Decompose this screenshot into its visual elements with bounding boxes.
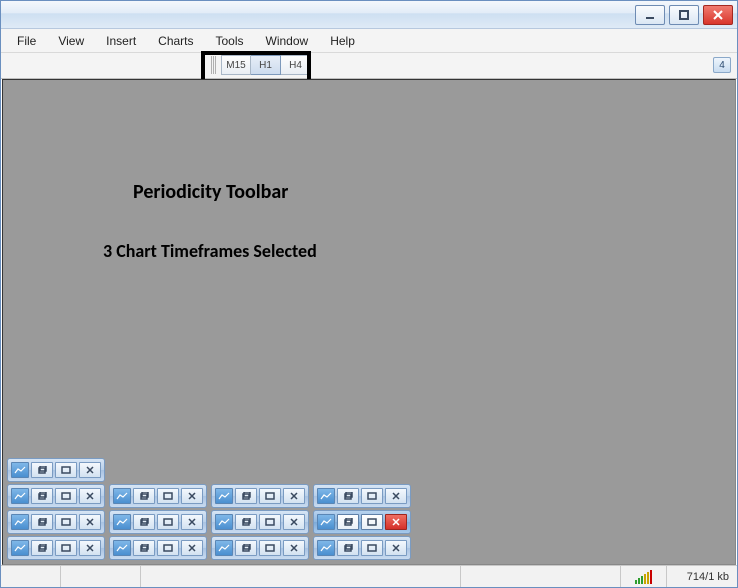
minimized-chart-window[interactable] [7,484,105,508]
mini-maximize-button[interactable] [259,514,281,530]
minimized-chart-window[interactable] [211,484,309,508]
minimized-chart-window[interactable] [211,536,309,560]
minimized-chart-window[interactable] [109,536,207,560]
chart-icon [113,540,131,556]
chart-icon [11,462,29,478]
mini-maximize-button[interactable] [157,488,179,504]
annotation-selected-label: 3 Chart Timeframes Selected [103,240,317,262]
minimized-chart-window[interactable] [7,536,105,560]
minimized-chart-window[interactable] [7,458,105,482]
mini-restore-button[interactable] [31,540,53,556]
minimized-row [7,536,411,560]
window-close-button[interactable] [703,5,733,25]
mini-restore-button[interactable] [235,514,257,530]
mini-restore-button[interactable] [133,540,155,556]
mini-close-button[interactable] [79,462,101,478]
title-bar [1,1,737,29]
charts-count-badge[interactable]: 4 [713,57,731,73]
minimized-row [7,458,411,482]
mini-maximize-button[interactable] [361,514,383,530]
mini-close-button[interactable] [181,540,203,556]
toolbar-grip-icon[interactable] [211,56,217,74]
mini-maximize-button[interactable] [55,488,77,504]
chart-icon [317,488,335,504]
chart-icon [113,514,131,530]
chart-icon [215,488,233,504]
mini-restore-button[interactable] [235,488,257,504]
mini-restore-button[interactable] [337,540,359,556]
mini-maximize-button[interactable] [259,488,281,504]
menu-insert[interactable]: Insert [96,31,146,51]
menu-tools[interactable]: Tools [206,31,254,51]
mini-restore-button[interactable] [337,488,359,504]
mini-maximize-button[interactable] [55,540,77,556]
mini-close-button[interactable] [283,514,305,530]
window-minimize-button[interactable] [635,5,665,25]
timeframe-m15-button[interactable]: M15 [221,55,251,75]
minimized-chart-window[interactable] [7,510,105,534]
mini-close-button[interactable] [385,540,407,556]
mini-close-button[interactable] [385,514,407,530]
minimized-chart-window[interactable] [313,536,411,560]
mini-maximize-button[interactable] [55,462,77,478]
mini-restore-button[interactable] [235,540,257,556]
chart-icon [11,488,29,504]
status-segment [461,566,621,587]
status-transfer-label: 714/1 kb [667,566,737,587]
chart-icon [317,540,335,556]
mini-close-button[interactable] [79,514,101,530]
chart-icon [113,488,131,504]
connection-signal-icon [621,566,667,587]
menu-charts[interactable]: Charts [148,31,203,51]
toolbar: M15 H1 H4 4 [1,53,737,79]
minimized-charts-area [7,458,411,560]
mini-maximize-button[interactable] [55,514,77,530]
mini-close-button[interactable] [283,488,305,504]
mini-close-button[interactable] [283,540,305,556]
mini-restore-button[interactable] [31,514,53,530]
mini-restore-button[interactable] [133,514,155,530]
chart-icon [11,514,29,530]
mini-maximize-button[interactable] [361,540,383,556]
chart-icon [215,540,233,556]
mini-close-button[interactable] [385,488,407,504]
menu-bar: File View Insert Charts Tools Window Hel… [1,29,737,53]
status-bar: 714/1 kb [1,565,737,587]
menu-window[interactable]: Window [256,31,319,51]
mini-maximize-button[interactable] [157,540,179,556]
mini-restore-button[interactable] [31,488,53,504]
minimized-row [7,510,411,534]
window-maximize-button[interactable] [669,5,699,25]
chart-icon [215,514,233,530]
chart-workspace: Periodicity Toolbar 3 Chart Timeframes S… [2,79,736,565]
menu-view[interactable]: View [48,31,94,51]
minimized-chart-window[interactable] [109,510,207,534]
annotation-periodicity-label: Periodicity Toolbar [133,180,288,204]
mini-close-button[interactable] [181,488,203,504]
status-segment [61,566,141,587]
mini-maximize-button[interactable] [157,514,179,530]
menu-file[interactable]: File [7,31,46,51]
minimized-chart-window[interactable] [211,510,309,534]
minimized-chart-window-active[interactable] [313,510,411,534]
mini-close-button[interactable] [181,514,203,530]
minimized-chart-window[interactable] [109,484,207,508]
chart-icon [11,540,29,556]
timeframe-h1-button[interactable]: H1 [251,55,281,75]
mini-maximize-button[interactable] [259,540,281,556]
mini-close-button[interactable] [79,540,101,556]
mini-restore-button[interactable] [133,488,155,504]
mini-close-button[interactable] [79,488,101,504]
minimized-chart-window[interactable] [313,484,411,508]
periodicity-toolbar[interactable]: M15 H1 H4 [211,55,311,75]
status-segment [141,566,461,587]
mini-restore-button[interactable] [337,514,359,530]
status-segment [1,566,61,587]
minimized-row [7,484,411,508]
timeframe-h4-button[interactable]: H4 [281,55,311,75]
mini-maximize-button[interactable] [361,488,383,504]
menu-help[interactable]: Help [320,31,365,51]
chart-icon [317,514,335,530]
mini-restore-button[interactable] [31,462,53,478]
